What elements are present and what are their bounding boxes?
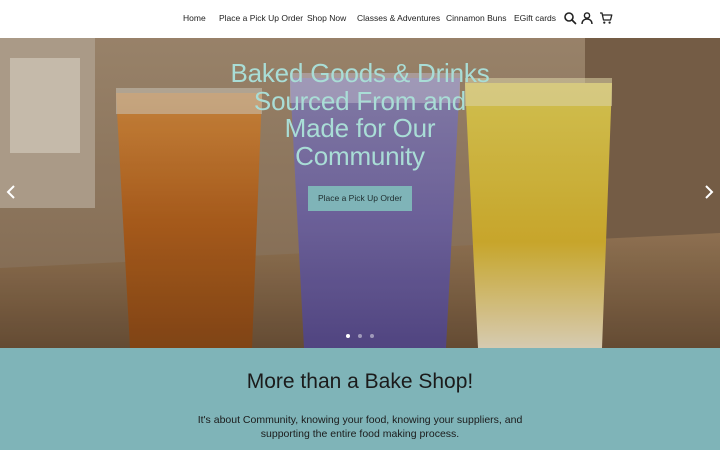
slide-dot[interactable] bbox=[358, 334, 362, 338]
hero-title-line: Community bbox=[295, 140, 425, 171]
nav-home[interactable]: Home bbox=[183, 13, 206, 23]
next-slide-arrow-icon[interactable] bbox=[702, 184, 716, 200]
slide-dot-active[interactable] bbox=[346, 334, 350, 338]
nav-shop-now[interactable]: Shop Now bbox=[307, 13, 346, 23]
main-nav: Home Place a Pick Up Order Shop Now Clas… bbox=[0, 0, 720, 38]
hero-title-line: Baked Goods & Drinks bbox=[230, 58, 490, 88]
site-header: Home Place a Pick Up Order Shop Now Clas… bbox=[0, 0, 720, 38]
about-section: More than a Bake Shop! It's about Commun… bbox=[0, 348, 720, 450]
slide-indicators bbox=[340, 334, 380, 340]
nav-cinnamon-buns[interactable]: Cinnamon Buns bbox=[446, 13, 506, 23]
slide-dot[interactable] bbox=[370, 334, 374, 338]
nav-classes-adventures[interactable]: Classes & Adventures bbox=[357, 13, 440, 23]
hero-title-line: Sourced From and bbox=[253, 85, 467, 116]
nav-egift-cards[interactable]: EGift cards bbox=[514, 13, 556, 23]
place-pick-up-order-button[interactable]: Place a Pick Up Order bbox=[308, 186, 412, 211]
nav-place-pick-up-order[interactable]: Place a Pick Up Order bbox=[219, 13, 303, 23]
about-title: More than a Bake Shop! bbox=[246, 370, 474, 393]
hero-title-line: Made for Our bbox=[284, 113, 436, 143]
hero-title: Baked Goods & Drinks Sourced From and Ma… bbox=[210, 58, 510, 171]
account-icon[interactable] bbox=[580, 11, 594, 25]
cart-icon[interactable] bbox=[599, 11, 613, 25]
search-icon[interactable] bbox=[563, 11, 577, 25]
about-text: It's about Community, knowing your food,… bbox=[197, 414, 523, 440]
previous-slide-arrow-icon[interactable] bbox=[4, 184, 18, 200]
hero-slideshow: Baked Goods & Drinks Sourced From and Ma… bbox=[0, 38, 720, 348]
